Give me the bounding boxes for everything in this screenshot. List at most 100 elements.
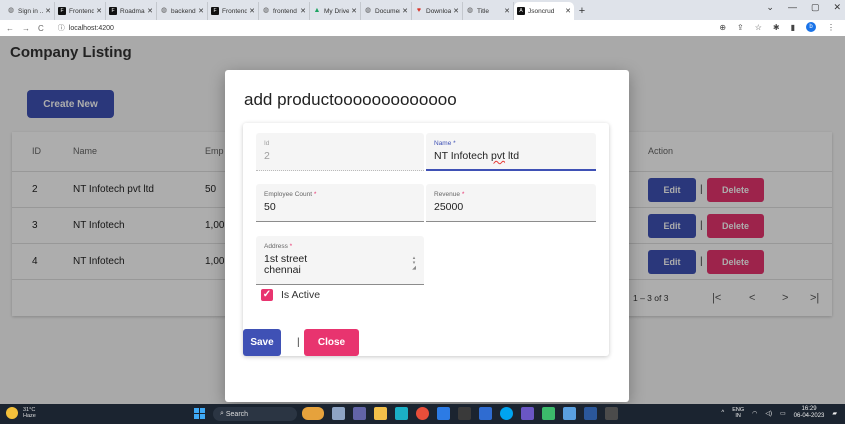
language-indicator[interactable]: ENG IN xyxy=(732,407,744,419)
employee-count-label: Employee Count xyxy=(264,191,313,198)
close-tab-icon[interactable]: ✕ xyxy=(402,7,408,15)
edge-icon[interactable] xyxy=(395,407,408,420)
is-active-checkbox[interactable]: ✓ Is Active xyxy=(261,289,320,301)
revenue-field[interactable]: Revenue * 25000 xyxy=(426,184,596,222)
browser-tab[interactable]: F Frontend ✕ xyxy=(55,2,106,20)
minimize-icon[interactable]: — xyxy=(788,2,797,13)
id-label: Id xyxy=(264,140,270,147)
add-product-dialog: add productooooooooooooo Id 2 Name * NT … xyxy=(225,70,629,402)
angular-icon: A xyxy=(517,7,525,15)
photos-icon[interactable] xyxy=(542,407,555,420)
sun-icon xyxy=(6,407,18,419)
chevron-down-icon[interactable]: ⌄ xyxy=(766,2,774,13)
close-tab-icon[interactable]: ✕ xyxy=(147,7,153,15)
required-mark: * xyxy=(453,140,456,147)
browser-tab[interactable]: FRoadmap✕ xyxy=(106,2,157,20)
close-tab-icon[interactable]: ✕ xyxy=(351,7,357,15)
remote-desktop-icon[interactable] xyxy=(479,407,492,420)
close-window-icon[interactable]: ✕ xyxy=(833,2,841,13)
share-icon[interactable]: ⇪ xyxy=(737,23,744,32)
teams-icon[interactable] xyxy=(353,407,366,420)
terminal-icon[interactable] xyxy=(458,407,471,420)
postman-icon[interactable] xyxy=(521,407,534,420)
zoom-icon[interactable]: ⊕ xyxy=(719,23,726,32)
browser-tab[interactable]: ♥ Downloa ✕ xyxy=(412,2,463,20)
close-tab-icon[interactable]: ✕ xyxy=(565,7,571,15)
wifi-icon[interactable]: ◠ xyxy=(752,410,757,417)
system-tray: ^ ENG IN ◠ ◁) ▭ 16:29 06-04-2023 ▰ xyxy=(721,406,837,420)
weather-desc: Haze xyxy=(23,413,36,419)
forward-icon[interactable]: → xyxy=(22,24,30,33)
taskbar-apps xyxy=(302,407,618,420)
name-field[interactable]: Name * NT Infotech pvt ltd xyxy=(426,133,596,171)
product-form: Id 2 Name * NT Infotech pvt ltd Employee… xyxy=(243,123,609,356)
close-tab-icon[interactable]: ✕ xyxy=(249,7,255,15)
widgets-icon[interactable] xyxy=(302,407,324,420)
browser-toolbar: ⊕ ⇪ ☆ ✱ ▮ b ⋮ xyxy=(719,22,835,32)
id-value: 2 xyxy=(264,150,270,162)
close-button[interactable]: Close xyxy=(304,329,359,356)
browser-tab[interactable]: ◍ Documen ✕ xyxy=(361,2,412,20)
heart-icon: ♥ xyxy=(416,7,422,14)
weather-widget[interactable]: 31°C Haze xyxy=(6,407,36,419)
clock[interactable]: 16:29 06-04-2023 xyxy=(794,406,825,420)
checkmark-icon[interactable]: ✓ xyxy=(261,289,273,301)
os-taskbar: 31°C Haze ⌕ Search ^ ENG IN ◠ ◁) ▭ 16:29 06… xyxy=(0,404,845,424)
extensions-icon[interactable]: ✱ xyxy=(773,23,780,32)
windows-start-icon[interactable] xyxy=(194,408,206,420)
required-mark: * xyxy=(461,191,465,198)
employee-count-field[interactable]: Employee Count * 50 xyxy=(256,184,424,222)
file-explorer-icon[interactable] xyxy=(374,407,387,420)
info-icon[interactable]: ⓘ xyxy=(58,23,65,33)
browser-tab-active[interactable]: A Jsoncrud ✕ xyxy=(514,2,574,20)
browser-tab[interactable]: ◍ Title ✕ xyxy=(463,2,514,20)
browser-tab[interactable]: ▲ My Drive ✕ xyxy=(310,2,361,20)
maximize-icon[interactable]: ▢ xyxy=(811,2,820,13)
browser-tab[interactable]: ◍ backend ✕ xyxy=(157,2,208,20)
globe-icon: ◍ xyxy=(7,7,15,14)
close-tab-icon[interactable]: ✕ xyxy=(198,7,204,15)
notepad-icon[interactable] xyxy=(563,407,576,420)
profile-avatar[interactable]: b xyxy=(806,22,816,32)
required-mark: * xyxy=(313,191,317,198)
revenue-input[interactable]: 25000 xyxy=(434,202,463,213)
address-field[interactable]: Address * 1st street chennai ▴ ▾ ◢ xyxy=(256,236,424,285)
back-icon[interactable]: ← xyxy=(6,24,14,33)
name-input[interactable]: NT Infotech pvt ltd xyxy=(434,151,519,162)
star-icon[interactable]: ☆ xyxy=(755,23,762,32)
task-view-icon[interactable] xyxy=(332,407,345,420)
sidepanel-icon[interactable]: ▮ xyxy=(791,23,795,32)
new-tab-button[interactable]: + xyxy=(574,2,590,20)
reload-icon[interactable]: C xyxy=(38,24,44,33)
close-tab-icon[interactable]: ✕ xyxy=(453,7,459,15)
chrome-icon[interactable] xyxy=(416,407,429,420)
spellcheck-word: pvt xyxy=(491,150,506,162)
vscode-icon[interactable] xyxy=(437,407,450,420)
browser-tab-bar: ◍Sign in ...✕ FFrontend✕ FRoadmap✕ ◍back… xyxy=(0,0,845,20)
required-mark: * xyxy=(289,243,293,250)
browser-tab[interactable]: F Frontend ✕ xyxy=(208,2,259,20)
close-tab-icon[interactable]: ✕ xyxy=(45,7,51,15)
address-textarea[interactable]: 1st street chennai xyxy=(264,254,307,276)
speaker-icon[interactable]: ◁) xyxy=(765,410,772,417)
employee-count-input[interactable]: 50 xyxy=(264,202,276,213)
globe-icon: ◍ xyxy=(262,7,270,14)
revenue-label: Revenue xyxy=(434,191,461,198)
taskbar-search[interactable]: ⌕ Search xyxy=(213,407,297,421)
word-icon[interactable] xyxy=(584,407,597,420)
chevron-up-icon[interactable]: ^ xyxy=(721,410,724,416)
close-tab-icon[interactable]: ✕ xyxy=(504,7,510,15)
close-tab-icon[interactable]: ✕ xyxy=(96,7,102,15)
browser-tab[interactable]: ◍ frontend ✕ xyxy=(259,2,310,20)
battery-icon[interactable]: ▭ xyxy=(780,410,786,417)
skype-icon[interactable] xyxy=(500,407,513,420)
browser-tab[interactable]: ◍ Sign in ... ✕ xyxy=(4,2,55,20)
menu-icon[interactable]: ⋮ xyxy=(827,23,835,32)
square-logo-icon: F xyxy=(211,7,219,15)
notifications-icon[interactable]: ▰ xyxy=(832,410,837,417)
cmd-icon[interactable] xyxy=(605,407,618,420)
close-tab-icon[interactable]: ✕ xyxy=(300,7,306,15)
url-field[interactable]: ⓘ localhost:4200 xyxy=(58,22,114,34)
textarea-resize-icon[interactable]: ▴ ▾ ◢ xyxy=(411,256,417,278)
save-button[interactable]: Save xyxy=(243,329,281,356)
